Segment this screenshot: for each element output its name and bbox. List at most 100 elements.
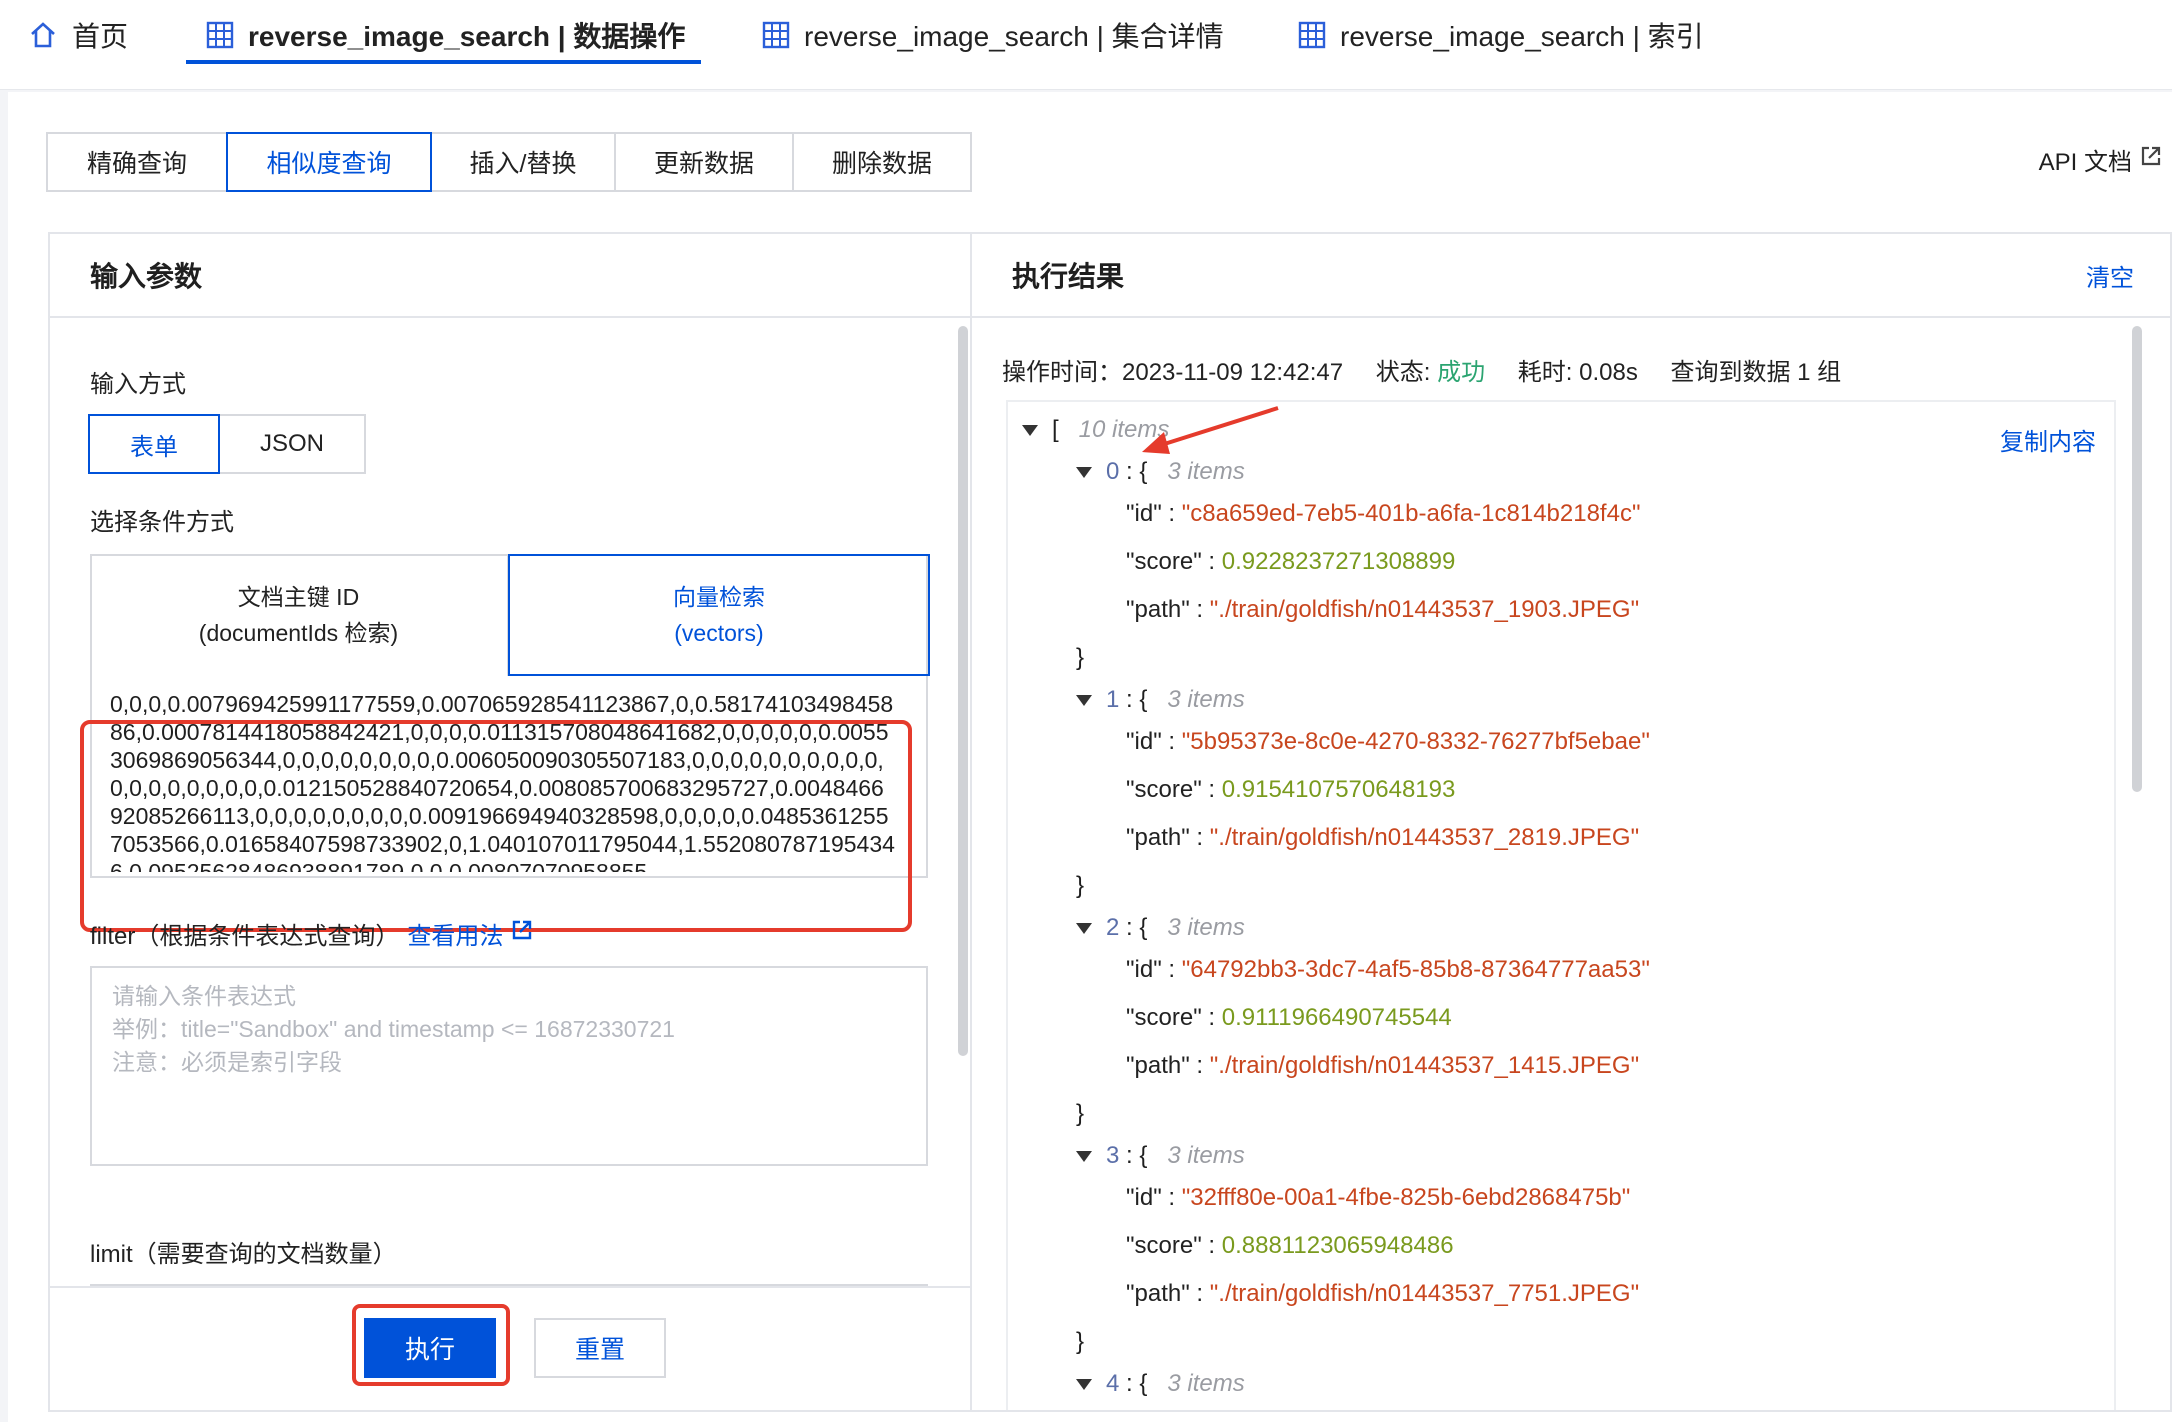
external-link-icon (2140, 145, 2162, 174)
json-item-count: 3 items (1167, 686, 1245, 713)
main-content: 精确查询 相似度查询 插入/替换 更新数据 删除数据 API 文档 输入参数 输… (8, 92, 2172, 1422)
filter-input[interactable]: 请输入条件表达式 举例：title="Sandbox" and timestam… (90, 966, 928, 1166)
json-field-path: "path" : "./train/goldfish/n01443537_281… (1126, 824, 1640, 851)
collapse-triangle-icon[interactable] (1076, 1378, 1092, 1390)
cost-value: 0.08s (1579, 359, 1638, 386)
json-close-brace: } (1076, 644, 1085, 671)
annotation-arrow-icon (1142, 406, 1279, 454)
collapse-triangle-icon[interactable] (1076, 466, 1092, 478)
condition-mode-label: 选择条件方式 (90, 509, 234, 536)
action-bar: 执行 重置 (50, 1286, 970, 1410)
input-params-title: 输入参数 (50, 234, 970, 318)
copy-content-button[interactable]: 复制内容 (2000, 422, 2096, 457)
table-icon (762, 21, 790, 49)
json-item-0[interactable]: 0 : { 3 items (1076, 458, 1245, 486)
json-item-index: 1 (1106, 686, 1120, 713)
json-close-brace: } (1076, 1100, 1085, 1127)
filter-usage-link[interactable]: 查看用法 (407, 916, 533, 951)
collapse-triangle-icon[interactable] (1076, 1150, 1092, 1162)
json-field-id: "id" : "32fff80e-00a1-4fbe-825b-6ebd2868… (1126, 1184, 1631, 1211)
json-field-score: "score" : 0.9111966490745544 (1126, 1004, 1452, 1031)
json-item-2[interactable]: 2 : { 3 items (1076, 914, 1245, 942)
external-link-icon (511, 919, 533, 948)
execute-button[interactable]: 执行 (364, 1318, 496, 1378)
active-tab-indicator (186, 60, 701, 64)
tab-update-data[interactable]: 更新数据 (614, 132, 794, 192)
mode-json-button[interactable]: JSON (218, 414, 366, 474)
tab-insert-replace[interactable]: 插入/替换 (430, 132, 616, 192)
json-field-path: "path" : "./train/goldfish/n01443537_775… (1126, 1280, 1640, 1307)
option-document-ids[interactable]: 文档主键 ID (documentIds 检索) (90, 554, 508, 676)
home-icon (28, 20, 58, 50)
mode-form-button[interactable]: 表单 (88, 414, 220, 474)
api-doc-link[interactable]: API 文档 (2039, 142, 2162, 177)
json-item-index: 2 (1106, 914, 1120, 941)
option-vectors-sub: (vectors) (674, 620, 764, 646)
tab-home-label: 首页 (72, 21, 129, 52)
tab-delete-data[interactable]: 删除数据 (792, 132, 972, 192)
tab-index-label: reverse_image_search | 索引 (1340, 21, 1704, 52)
input-params-panel: 输入参数 输入方式 表单 JSON 选择条件方式 文档主键 ID (docume… (48, 232, 972, 1412)
tab-collection-detail[interactable]: reverse_image_search | 集合详情 (762, 0, 1224, 70)
json-item-3[interactable]: 3 : { 3 items (1076, 1142, 1245, 1170)
clear-button[interactable]: 清空 (2086, 258, 2134, 293)
json-item-count: 3 items (1167, 1370, 1245, 1397)
json-root-bracket: [ (1052, 416, 1059, 443)
json-item-index: 0 (1106, 458, 1120, 485)
result-meta: 操作时间：2023-11-09 12:42:47 状态: 成功 耗时: 0.08… (1002, 352, 1841, 387)
tab-data-operation-label: reverse_image_search | 数据操作 (248, 21, 686, 52)
json-field-score: "score" : 0.9228237271308899 (1126, 548, 1456, 575)
json-field-id: "id" : "c8a659ed-7eb5-401b-a6fa-1c814b21… (1126, 500, 1641, 527)
filter-usage-label: 查看用法 (407, 923, 504, 950)
json-close-brace: } (1076, 872, 1085, 899)
tab-exact-query[interactable]: 精确查询 (46, 132, 228, 192)
json-close-brace: } (1076, 1328, 1085, 1355)
result-header: 执行结果 清空 (972, 234, 2170, 318)
json-field-score: "score" : 0.8881123065948486 (1126, 1232, 1454, 1259)
time-label: 操作时间： (1002, 359, 1122, 386)
collapse-triangle-icon[interactable] (1022, 424, 1038, 436)
tab-collection-detail-label: reverse_image_search | 集合详情 (804, 21, 1224, 52)
option-vectors-title: 向量检索 (673, 584, 765, 610)
tab-index[interactable]: reverse_image_search | 索引 (1298, 0, 1704, 70)
operation-tabs: 精确查询 相似度查询 插入/替换 更新数据 删除数据 (46, 132, 972, 192)
json-item-index: 3 (1106, 1142, 1120, 1169)
api-doc-label: API 文档 (2038, 149, 2132, 176)
input-mode-toggle: 表单 JSON (88, 414, 366, 474)
limit-label: limit（需要查询的文档数量） (90, 1241, 397, 1268)
left-scrollbar[interactable] (958, 326, 968, 1056)
json-item-index: 4 (1106, 1370, 1120, 1397)
option-document-ids-sub: (documentIds 检索) (198, 620, 399, 646)
table-icon (206, 21, 234, 49)
json-item-count: 3 items (1167, 914, 1245, 941)
filter-placeholder-1: 请输入条件表达式 (112, 983, 296, 1009)
collapse-triangle-icon[interactable] (1076, 694, 1092, 706)
filter-label-row: filter（根据条件表达式查询） 查看用法 (90, 916, 533, 951)
result-panel: 执行结果 清空 操作时间：2023-11-09 12:42:47 状态: 成功 … (970, 232, 2172, 1412)
time-value: 2023-11-09 12:42:47 (1122, 359, 1344, 386)
option-vectors[interactable]: 向量检索 (vectors) (508, 554, 930, 676)
filter-label: filter（根据条件表达式查询） (90, 923, 400, 950)
found-count: 查询到数据 1 组 (1670, 359, 1842, 386)
cost-label: 耗时: (1517, 359, 1580, 386)
json-field-id: "id" : "5b95373e-8c0e-4270-8332-76277bf5… (1126, 728, 1650, 755)
input-mode-label: 输入方式 (90, 371, 186, 398)
json-field-path: "path" : "./train/goldfish/n01443537_190… (1126, 596, 1640, 623)
table-icon (1298, 21, 1326, 49)
json-item-1[interactable]: 1 : { 3 items (1076, 686, 1245, 714)
tab-home[interactable]: 首页 (28, 0, 128, 70)
result-title: 执行结果 (1012, 261, 1125, 292)
option-document-ids-title: 文档主键 ID (237, 584, 360, 610)
json-viewer: 复制内容 [ 10 items 0 : { 3 items "id" : "c8… (1006, 400, 2116, 1410)
json-item-count: 3 items (1167, 458, 1245, 485)
top-tab-bar: 首页 reverse_image_search | 数据操作 reverse_i… (0, 0, 2172, 90)
right-scrollbar[interactable] (2132, 326, 2142, 792)
status-label: 状态: (1375, 359, 1438, 386)
collapse-triangle-icon[interactable] (1076, 922, 1092, 934)
json-item-4[interactable]: 4 : { 3 items (1076, 1370, 1245, 1398)
highlight-annotation-vectors (80, 720, 912, 932)
json-field-path: "path" : "./train/goldfish/n01443537_141… (1126, 1052, 1640, 1079)
filter-placeholder-2: 举例：title="Sandbox" and timestamp <= 1687… (112, 1016, 675, 1042)
tab-similarity-query[interactable]: 相似度查询 (226, 132, 432, 192)
reset-button[interactable]: 重置 (534, 1318, 666, 1378)
